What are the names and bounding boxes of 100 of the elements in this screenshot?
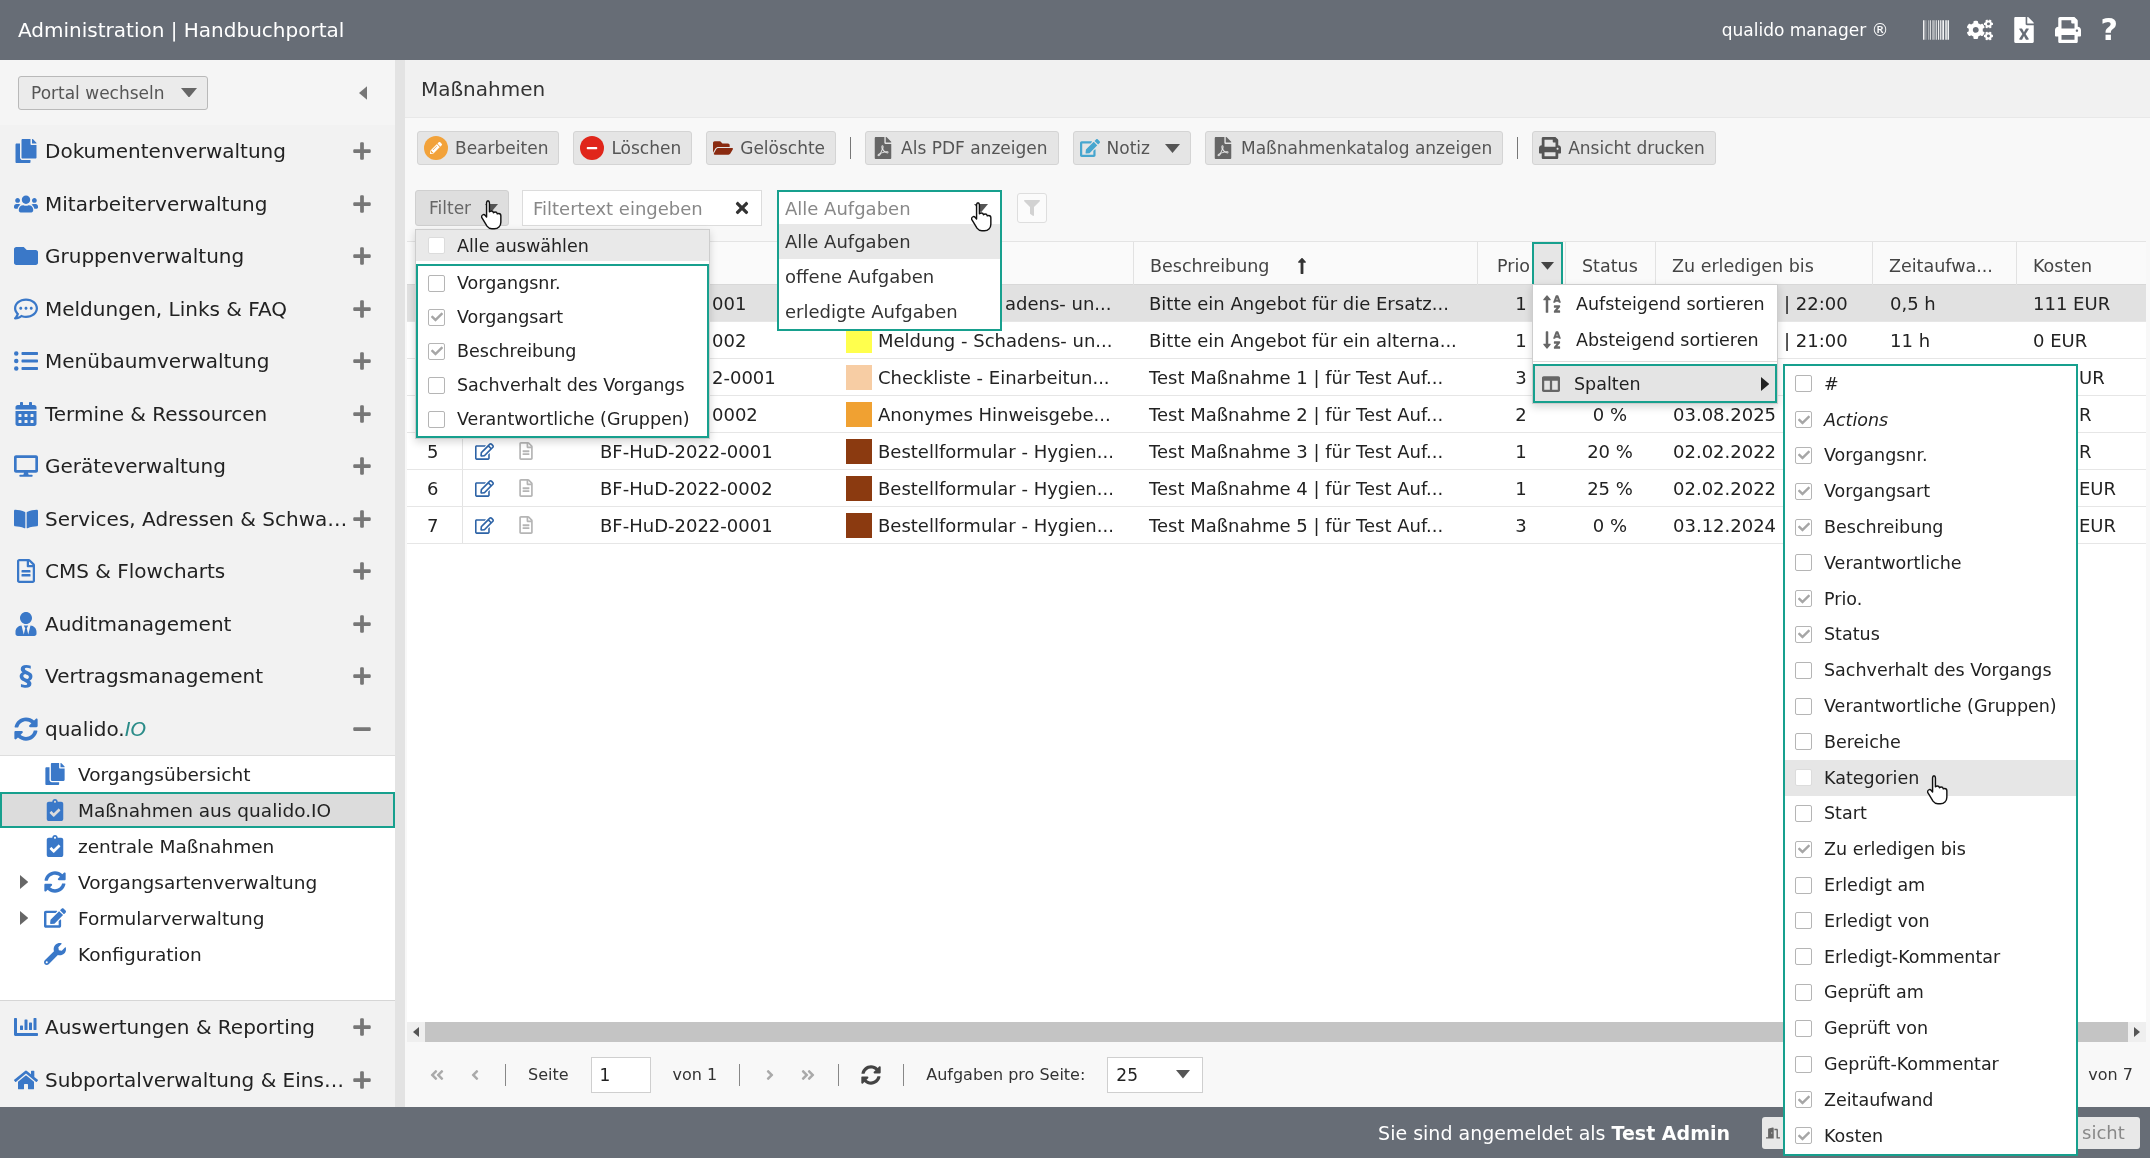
caret-right-icon[interactable] (19, 875, 29, 889)
menu-item[interactable]: Beschreibung (1785, 509, 2076, 545)
checkbox[interactable] (1795, 876, 1812, 894)
edit-icon[interactable] (475, 515, 494, 535)
document-icon[interactable] (517, 516, 535, 534)
caret-left-icon[interactable] (358, 85, 367, 100)
checkbox[interactable] (1795, 1055, 1812, 1073)
sidebar-subitem[interactable]: Maßnahmen aus qualido.IO (0, 792, 395, 828)
sidebar-item[interactable]: Meldungen, Links & FAQ (0, 282, 395, 335)
checkbox[interactable] (428, 410, 445, 428)
checkbox[interactable] (1795, 447, 1812, 464)
plus-icon[interactable] (352, 246, 372, 267)
plus-icon[interactable] (352, 456, 372, 477)
plus-icon[interactable] (352, 351, 372, 372)
plus-icon[interactable] (352, 508, 372, 529)
menu-item[interactable]: Geprüft am (1785, 974, 2076, 1011)
plus-icon[interactable] (352, 613, 372, 634)
sidebar-item[interactable]: Gruppenverwaltung (0, 230, 395, 283)
dropdown-option[interactable]: Alle Aufgaben (779, 224, 1000, 259)
plus-icon[interactable] (352, 403, 372, 424)
sidebar-item[interactable]: Dokumentenverwaltung (0, 125, 395, 178)
column-header[interactable]: Kosten (2033, 256, 2093, 276)
checkbox[interactable] (1795, 912, 1812, 930)
portal-select[interactable]: Portal wechseln (18, 75, 208, 110)
menu-item[interactable]: Zu erledigen bis (1785, 831, 2076, 868)
checkbox[interactable] (1795, 375, 1812, 393)
checkbox[interactable] (1795, 1127, 1812, 1145)
checkbox[interactable] (1795, 1019, 1812, 1037)
sidebar-item[interactable]: § Vertragsmanagement (0, 650, 395, 703)
menu-item[interactable]: Verantwortliche (Gruppen) (1785, 688, 2076, 724)
menu-item[interactable]: Erledigt am (1785, 867, 2076, 903)
caret-left-icon[interactable] (413, 1027, 419, 1037)
filter-button[interactable]: Filter (415, 190, 509, 226)
toolbar-button[interactable]: Notiz (1072, 131, 1191, 165)
checkbox[interactable] (428, 376, 445, 394)
checkbox[interactable] (1795, 625, 1812, 643)
caret-right-icon[interactable] (2134, 1027, 2140, 1037)
sidebar-item[interactable]: Services, Adressen & Schwa… (0, 492, 395, 545)
menu-item[interactable]: Erledigt von (1785, 902, 2076, 939)
plus-icon[interactable] (352, 1069, 372, 1090)
caret-right-icon[interactable] (19, 911, 29, 925)
sidebar-item[interactable]: CMS & Flowcharts (0, 545, 395, 598)
menu-item[interactable]: Start (1785, 795, 2076, 832)
page-input[interactable]: 1 (590, 1056, 651, 1093)
plus-icon[interactable] (352, 561, 372, 582)
column-header[interactable]: Beschreibung (1150, 256, 1270, 276)
page-size-select[interactable]: 25 (1107, 1056, 1204, 1093)
checkbox[interactable] (1795, 661, 1812, 679)
sidebar-item[interactable]: Mitarbeiterverwaltung (0, 177, 395, 230)
column-header[interactable]: Prio (1497, 256, 1530, 276)
toolbar-button[interactable]: Maßnahmenkatalog anzeigen (1204, 131, 1504, 165)
checkbox[interactable] (1795, 697, 1812, 715)
menu-item[interactable]: Spalten (1533, 364, 1777, 403)
search-field[interactable]: Filtertext eingeben (522, 190, 762, 226)
toolbar-button[interactable]: Gelöschte (706, 131, 837, 165)
help-button[interactable]: ? (2098, 15, 2120, 45)
checkbox[interactable] (428, 274, 445, 292)
sidebar-subitem[interactable]: Formularverwaltung (0, 900, 395, 936)
door-button[interactable] (1762, 1116, 1783, 1149)
checkbox[interactable] (1795, 983, 1812, 1001)
printer-icon[interactable] (2054, 17, 2081, 43)
checkbox[interactable] (1795, 769, 1812, 787)
checkbox[interactable] (428, 237, 445, 254)
checkbox[interactable] (1795, 482, 1812, 500)
toolbar-button[interactable]: Bearbeiten (417, 131, 560, 165)
checkbox[interactable] (1795, 518, 1812, 536)
menu-item[interactable]: Absteigend sortieren (1533, 322, 1777, 358)
sidebar-item[interactable]: Auswertungen & Reporting (0, 1001, 395, 1054)
document-icon[interactable] (517, 479, 535, 497)
checkbox[interactable] (1795, 590, 1812, 608)
menu-item[interactable]: Geprüft von (1785, 1010, 2076, 1047)
menu-item[interactable]: Geprüft-Kommentar (1785, 1046, 2076, 1082)
sidebar-subitem[interactable]: Konfiguration (0, 936, 395, 972)
menu-item[interactable]: Aufsteigend sortieren (1533, 286, 1777, 322)
column-header[interactable]: Zeitaufwa... (1889, 256, 1993, 276)
sidebar-item[interactable]: Auditmanagement (0, 597, 395, 650)
checkbox[interactable] (428, 342, 445, 360)
menu-item[interactable]: Sachverhalt des Vorgangs (1785, 652, 2076, 689)
plus-icon[interactable] (352, 141, 372, 162)
sidebar-item[interactable]: Menübaumverwaltung (0, 335, 395, 388)
menu-item[interactable]: Zeitaufwand (1785, 1081, 2076, 1118)
menu-item[interactable]: Kosten (1785, 1117, 2076, 1154)
checkbox[interactable] (1795, 840, 1812, 858)
plus-icon[interactable] (352, 193, 372, 214)
sidebar-subitem[interactable]: Vorgangsübersicht (0, 756, 395, 792)
sidebar-item[interactable]: qualido.IO (0, 702, 395, 755)
checkbox[interactable] (1795, 554, 1812, 572)
sidebar-item[interactable]: Geräteverwaltung (0, 440, 395, 493)
checkbox[interactable] (1795, 733, 1812, 751)
sidebar-item[interactable]: Termine & Ressourcen (0, 387, 395, 440)
checkbox[interactable] (1795, 1091, 1812, 1109)
menu-item[interactable]: Vorgangsart (1785, 473, 2076, 510)
document-icon[interactable] (517, 442, 535, 460)
column-header[interactable]: Status (1582, 256, 1638, 276)
checkbox[interactable] (428, 308, 445, 326)
menu-item[interactable]: Alle auswählen (416, 230, 709, 261)
sidebar-subitem[interactable]: Vorgangsartenverwaltung (0, 864, 395, 900)
plus-icon[interactable] (352, 666, 372, 687)
checkbox[interactable] (1795, 804, 1812, 822)
menu-item[interactable]: Bereiche (1785, 723, 2076, 760)
